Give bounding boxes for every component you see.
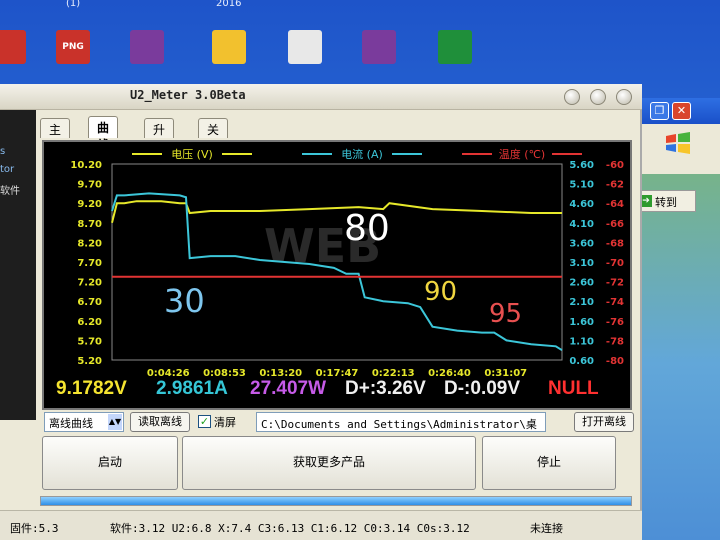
- voltage-readout: 9.1782V: [56, 378, 127, 399]
- open-offline-button[interactable]: 打开离线: [574, 412, 634, 432]
- clear-screen-label: 清屏: [214, 416, 236, 429]
- background-window: ❐ ✕: [632, 98, 720, 540]
- desktop-file-icon[interactable]: [130, 30, 164, 64]
- y-left-tick-label: 10.20: [70, 160, 102, 171]
- chart-panel: WEB 10.20 9.70 9.20 8.70 8.20 7.70 7.20 6.70 6.20…: [42, 140, 632, 410]
- y-right-current-tick-label: 4.60: [569, 199, 594, 210]
- y-right-temp-tick-label: -80: [606, 356, 624, 367]
- spinner-icon: ▲▼: [108, 414, 122, 430]
- null-readout: NULL: [548, 378, 599, 399]
- legend-label: 电流 (A): [341, 147, 383, 161]
- file-path-field[interactable]: C:\Documents and Settings\Administrator\…: [256, 412, 546, 432]
- chart-annotation: 30: [164, 282, 205, 320]
- clear-screen-checkbox[interactable]: ✓: [198, 415, 211, 428]
- y-left-tick-label: 5.20: [77, 356, 102, 367]
- y-right-current-tick-label: 3.10: [569, 258, 594, 269]
- chart-annotation: 80: [344, 208, 390, 249]
- y-right-temp-tick-label: -68: [606, 238, 624, 249]
- desktop-file-icon[interactable]: [0, 30, 26, 64]
- desktop-label: (1): [66, 0, 81, 9]
- desktop-file-icon[interactable]: PNG: [56, 30, 90, 64]
- desktop-label: 2016: [216, 0, 242, 9]
- restore-icon[interactable]: ❐: [650, 102, 669, 120]
- desktop-file-icon[interactable]: [288, 30, 322, 64]
- y-right-current-tick-label: 1.60: [569, 317, 594, 328]
- read-offline-button[interactable]: 读取离线: [130, 412, 190, 432]
- legend-label: 电压 (V): [171, 148, 213, 161]
- goto-button[interactable]: ➔ 转到: [636, 190, 696, 212]
- window-title: U2_Meter 3.0Beta: [130, 88, 246, 102]
- y-right-current-tick-label: 3.60: [569, 238, 594, 249]
- left-panel-text: 软件: [0, 186, 20, 197]
- current-readout: 2.9861A: [156, 378, 228, 399]
- y-right-current-tick-label: 5.10: [569, 180, 594, 191]
- windows-logo-icon: [666, 132, 690, 154]
- progress-fill: [41, 497, 631, 505]
- y-right-temp-tick-label: -76: [606, 317, 624, 328]
- dminus-readout: D-:0.09V: [444, 378, 521, 399]
- close-icon[interactable]: ✕: [672, 102, 691, 120]
- y-left-tick-label: 7.20: [77, 278, 102, 289]
- y-right-current-tick-label: 5.60: [569, 160, 594, 171]
- desktop-file-icon[interactable]: [438, 30, 472, 64]
- y-left-tick-label: 6.70: [77, 297, 102, 308]
- y-right-temp-tick-label: -66: [606, 219, 624, 230]
- y-right-current-tick-label: 1.10: [569, 336, 594, 347]
- y-right-temp-tick-label: -74: [606, 297, 624, 308]
- y-left-tick-label: 7.70: [77, 258, 102, 269]
- tab-upgrade[interactable]: 升级: [144, 118, 175, 154]
- desktop-file-icon[interactable]: [362, 30, 396, 64]
- background-window-body: [636, 124, 720, 174]
- options-row: 离线曲线 ▲▼ 读取离线 ✓ 清屏 C:\Documents and Setti…: [44, 410, 634, 434]
- y-right-temp-tick-label: -70: [606, 258, 624, 269]
- y-left-tick-label: 8.20: [77, 238, 102, 249]
- tab-home[interactable]: 主页: [40, 118, 71, 154]
- power-readout: 27.407W: [250, 378, 327, 399]
- version-status: 软件:3.12 U2:6.8 X:7.4 C3:6.13 C1:6.12 C0:…: [110, 522, 470, 535]
- status-bar: 固件:5.3 软件:3.12 U2:6.8 X:7.4 C3:6.13 C1:6…: [0, 510, 642, 540]
- left-panel: s tor 软件: [0, 110, 36, 420]
- goto-label: 转到: [655, 196, 677, 209]
- left-panel-text: s: [0, 146, 6, 157]
- y-right-temp-tick-label: -62: [606, 180, 624, 191]
- connection-status: 未连接: [530, 522, 563, 535]
- y-right-temp-tick-label: -60: [606, 160, 624, 171]
- y-right-current-tick-label: 2.10: [569, 297, 594, 308]
- chart-annotation: 95: [489, 299, 522, 329]
- left-panel-text: tor: [0, 164, 15, 175]
- stop-button[interactable]: 停止: [482, 436, 616, 490]
- y-right-temp-tick-label: -64: [606, 199, 624, 210]
- chart-annotation: 90: [424, 277, 457, 307]
- dplus-readout: D+:3.26V: [345, 378, 426, 399]
- y-left-tick-label: 9.70: [77, 180, 102, 191]
- background-window-titlebar: ❐ ✕: [632, 98, 720, 124]
- app-window: U2_Meter 3.0Beta s tor 软件 主页 曲线 升级 关于 WE…: [0, 84, 642, 540]
- minimize-icon[interactable]: [564, 89, 580, 105]
- line-chart: WEB10.209.709.208.708.207.707.206.706.20…: [70, 147, 624, 379]
- curve-select[interactable]: 离线曲线 ▲▼: [44, 412, 124, 432]
- maximize-icon[interactable]: [590, 89, 606, 105]
- firmware-status: 固件:5.3: [10, 522, 59, 535]
- progress-bar: [40, 496, 632, 506]
- tab-about[interactable]: 关于: [198, 118, 229, 154]
- y-right-temp-tick-label: -72: [606, 278, 624, 289]
- y-left-tick-label: 9.20: [77, 199, 102, 210]
- y-left-tick-label: 8.70: [77, 219, 102, 230]
- tab-curve[interactable]: 曲线: [88, 116, 119, 152]
- start-button[interactable]: 启动: [42, 436, 178, 490]
- desktop-file-icon[interactable]: [212, 30, 246, 64]
- more-products-button[interactable]: 获取更多产品: [182, 436, 476, 490]
- close-icon[interactable]: [616, 89, 632, 105]
- y-left-tick-label: 5.70: [77, 336, 102, 347]
- y-right-temp-tick-label: -78: [606, 336, 624, 347]
- y-left-tick-label: 6.20: [77, 317, 102, 328]
- y-right-current-tick-label: 2.60: [569, 278, 594, 289]
- y-right-current-tick-label: 4.10: [569, 219, 594, 230]
- legend-label: 温度 (℃): [499, 147, 545, 161]
- titlebar: U2_Meter 3.0Beta: [0, 84, 642, 110]
- y-right-current-tick-label: 0.60: [569, 356, 594, 367]
